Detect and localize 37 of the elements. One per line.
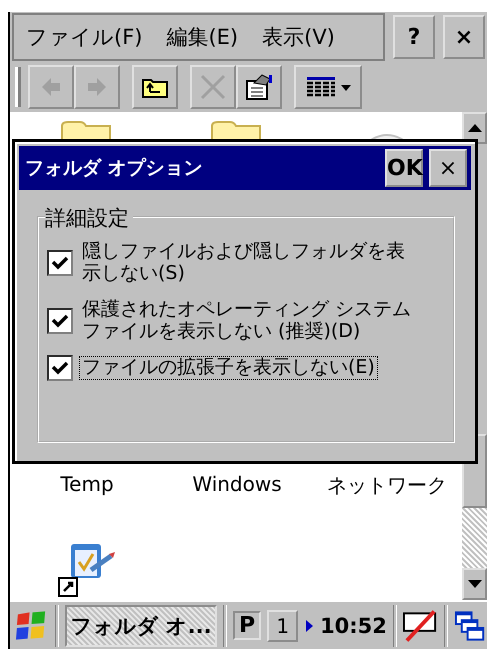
delete-icon (199, 73, 227, 101)
file-label[interactable]: ネットワーク (327, 472, 447, 542)
menu-item[interactable]: 編集(E) (166, 23, 238, 51)
checkmark-icon (51, 254, 69, 271)
menu-item[interactable]: ファイル(F) (26, 23, 142, 51)
dialog-title: フォルダ オプション (25, 156, 204, 181)
option-label[interactable]: 示しない(S) (82, 262, 185, 285)
checkbox[interactable] (47, 250, 73, 276)
help-button[interactable]: ? (393, 15, 435, 59)
properties-icon (244, 73, 274, 101)
input-mode-indicator[interactable]: P (232, 611, 262, 640)
windows-icon[interactable] (454, 610, 486, 642)
ok-button[interactable]: OK (385, 149, 423, 187)
option-label[interactable]: 保護されたオペレーティング システム (82, 298, 412, 321)
expand-arrow-icon[interactable] (304, 618, 314, 634)
option-label[interactable]: ファイルを表示しない (推奨)(D) (82, 320, 360, 342)
scroll-down-icon[interactable] (466, 579, 482, 589)
properties-button[interactable] (236, 65, 282, 109)
option-label[interactable]: 隠しファイルおよび隠しフォルダを表 (82, 241, 405, 263)
view-menu-button[interactable] (294, 65, 362, 109)
toolbar-grip-icon (14, 65, 24, 109)
close-button[interactable]: × (429, 149, 467, 187)
scroll-up-icon[interactable] (466, 123, 482, 133)
checkmark-icon (51, 360, 69, 376)
file-label[interactable]: Temp (60, 472, 114, 542)
checkbox[interactable] (47, 308, 73, 334)
clock-time: 10:52 (320, 614, 387, 638)
checkbox[interactable] (47, 355, 73, 382)
task-button[interactable]: フォルダ オ... (65, 604, 217, 646)
menu-item[interactable]: 表示(V) (262, 23, 335, 51)
pen-input-icon[interactable] (402, 608, 438, 642)
page-button[interactable]: 1 (267, 610, 298, 642)
up-folder-button[interactable] (132, 65, 178, 109)
shortcut-icon[interactable] (57, 542, 117, 600)
checkmark-icon (51, 312, 69, 329)
close-button[interactable]: × (443, 15, 485, 59)
file-label[interactable]: Windows (192, 472, 282, 542)
